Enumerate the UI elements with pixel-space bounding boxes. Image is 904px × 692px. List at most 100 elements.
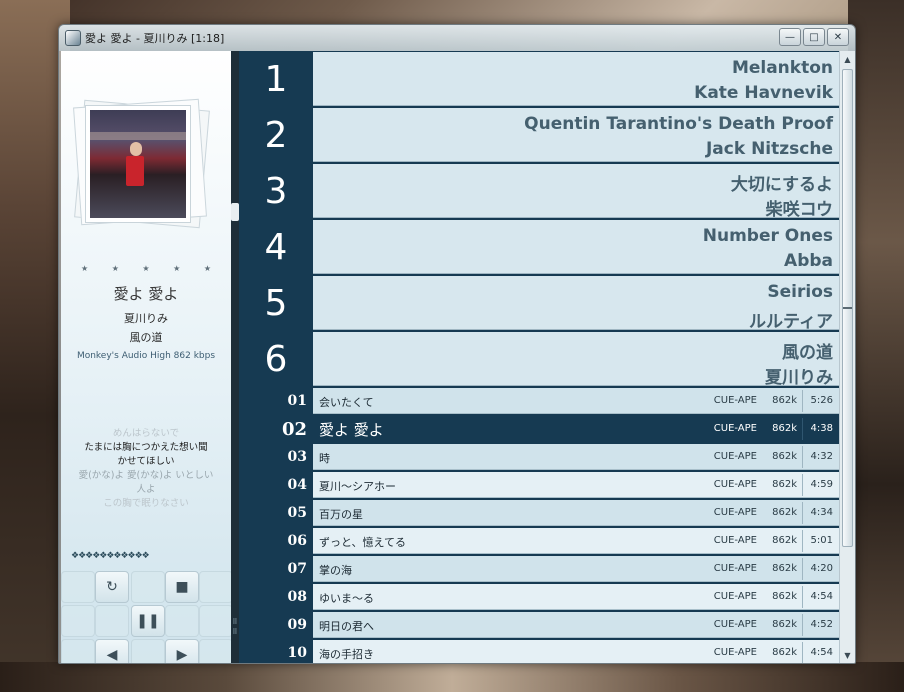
track-title: 明日の君へ — [319, 620, 374, 633]
playlist-item-body: 大切にするよ 柴咲コウ — [313, 164, 839, 220]
track-row[interactable]: 03 時 CUE-APE 862k 4:32 — [239, 443, 839, 471]
track-codec: CUE-APE — [713, 451, 757, 462]
column-divider — [802, 446, 803, 468]
control-pad-blank — [199, 605, 233, 637]
vertical-scrollbar[interactable]: ▲ ▼ — [839, 51, 855, 663]
track-duration: 4:52 — [810, 619, 833, 630]
playlist-title: Quentin Tarantino's Death Proof — [524, 114, 833, 134]
star-icon[interactable]: ★ — [81, 264, 88, 273]
now-playing-artist: 夏川りみ — [124, 312, 168, 325]
track-row[interactable]: 07 掌の海 CUE-APE 862k 4:20 — [239, 555, 839, 583]
track-bitrate: 862k — [772, 507, 797, 518]
track-bitrate: 862k — [772, 395, 797, 406]
track-duration: 5:01 — [810, 535, 833, 546]
lyric-line-current: たまには胸につかえた想い聞 — [84, 442, 208, 453]
repeat-button[interactable]: ↻ — [95, 571, 129, 603]
track-number: 08 — [287, 589, 307, 605]
playlist-item[interactable]: 4 Number Ones Abba — [239, 219, 839, 275]
playlist-artist: Kate Havnevik — [694, 83, 833, 103]
track-row[interactable]: 04 夏川～シアホー CUE-APE 862k 4:59 — [239, 471, 839, 499]
lyric-line: 愛(かな)よ 愛(かな)よ いとしい — [78, 470, 214, 481]
splitter-handle[interactable] — [231, 203, 239, 221]
track-row[interactable]: 01 会いたくて CUE-APE 862k 5:26 — [239, 387, 839, 415]
track-codec: CUE-APE — [713, 591, 757, 602]
track-codec: CUE-APE — [713, 507, 757, 518]
star-icon[interactable]: ★ — [173, 264, 180, 273]
scrollbar-marker — [843, 307, 852, 309]
playlist-item[interactable]: 5 Seirios ルルティア — [239, 275, 839, 332]
track-row-body: ゆいま～る CUE-APE 862k 4:54 — [313, 584, 839, 610]
scroll-down-icon[interactable]: ▼ — [840, 647, 855, 663]
title-bar[interactable]: 愛よ 愛よ - 夏川りみ [1:18] — □ ✕ — [59, 25, 855, 51]
track-codec: CUE-APE — [713, 619, 757, 630]
star-icon[interactable]: ★ — [112, 264, 119, 273]
track-row-playing[interactable]: 02 愛よ 愛よ CUE-APE 862k 4:38 — [239, 415, 839, 443]
track-title: ずっと、憶えてる — [319, 536, 407, 549]
panel-splitter[interactable]: ⠿ ⠿ — [231, 51, 239, 663]
rating-stars[interactable]: ★ ★ ★ ★ ★ — [81, 264, 211, 273]
track-row[interactable]: 10 海の手招き CUE-APE 862k 4:54 — [239, 639, 839, 663]
pause-button[interactable]: ❚❚ — [131, 605, 165, 637]
playlist-number: 5 — [264, 282, 288, 324]
next-button[interactable]: ▶ — [165, 639, 199, 663]
lyric-line: この胸で眠りなさい — [103, 498, 189, 509]
track-title: 海の手招き — [319, 648, 374, 661]
scroll-up-icon[interactable]: ▲ — [840, 51, 855, 67]
stop-icon: ■ — [175, 579, 189, 595]
star-icon[interactable]: ★ — [142, 264, 149, 273]
maximize-button[interactable]: □ — [803, 28, 825, 46]
album-cover-stack[interactable] — [73, 98, 215, 231]
playlist-item[interactable]: 1 Melankton Kate Havnevik — [239, 51, 839, 107]
album-cover — [85, 105, 191, 223]
track-title: 愛よ 愛よ — [319, 421, 384, 439]
playlist-title: Melankton — [731, 58, 833, 78]
track-bitrate: 862k — [772, 591, 797, 602]
playlist-artist: Jack Nitzsche — [705, 139, 833, 159]
desktop-wallpaper-bottom — [0, 662, 904, 692]
playlist-title: 風の道 — [782, 343, 833, 363]
playlist-item-body: 風の道 夏川りみ — [313, 332, 839, 388]
column-divider — [802, 614, 803, 636]
column-divider — [802, 586, 803, 608]
splitter-grip-icon[interactable]: ⠿ ⠿ — [231, 617, 239, 637]
track-number: 04 — [287, 477, 307, 493]
track-bitrate: 862k — [772, 451, 797, 462]
stop-button[interactable]: ■ — [165, 571, 199, 603]
control-pad-blank — [61, 571, 95, 603]
playlist-item[interactable]: 2 Quentin Tarantino's Death Proof Jack N… — [239, 107, 839, 163]
cover-photo-face — [130, 142, 142, 156]
playlist-title: 大切にするよ — [730, 175, 833, 195]
now-playing-panel: ★ ★ ★ ★ ★ 愛よ 愛よ 夏川りみ 風の道 Monkey's Audio … — [61, 51, 233, 663]
close-button[interactable]: ✕ — [827, 28, 849, 46]
track-row[interactable]: 08 ゆいま～る CUE-APE 862k 4:54 — [239, 583, 839, 611]
track-row-body: 百万の星 CUE-APE 862k 4:34 — [313, 500, 839, 526]
track-row[interactable]: 09 明日の君へ CUE-APE 862k 4:52 — [239, 611, 839, 639]
track-row[interactable]: 06 ずっと、憶えてる CUE-APE 862k 5:01 — [239, 527, 839, 555]
track-row-body: 明日の君へ CUE-APE 862k 4:52 — [313, 612, 839, 638]
transport-controls: ↻ ■ ❚❚ ◀ ▶ — [61, 571, 233, 663]
track-row[interactable]: 05 百万の星 CUE-APE 862k 4:34 — [239, 499, 839, 527]
next-icon: ▶ — [176, 647, 188, 663]
track-codec: CUE-APE — [713, 395, 757, 406]
playlist-number: 3 — [264, 170, 288, 212]
lyrics-panel: めんはらないで たまには胸につかえた想い聞 かせてほしい 愛(かな)よ 愛(かな… — [61, 427, 231, 511]
track-number: 02 — [281, 418, 307, 440]
cover-photo-scarf — [126, 156, 144, 186]
app-icon[interactable] — [65, 30, 81, 46]
track-bitrate: 862k — [772, 423, 797, 434]
minimize-button[interactable]: — — [779, 28, 801, 46]
playlist-artist: ルルティア — [749, 312, 833, 332]
album-cover-photo — [90, 110, 186, 218]
playlist-item[interactable]: 3 大切にするよ 柴咲コウ — [239, 163, 839, 220]
playlist-item-current[interactable]: 6 風の道 夏川りみ — [239, 331, 839, 388]
now-playing-title: 愛よ 愛よ — [113, 285, 179, 303]
playlist-number: 1 — [264, 58, 288, 100]
track-number: 01 — [287, 393, 307, 409]
track-duration: 4:54 — [810, 591, 833, 602]
star-icon[interactable]: ★ — [204, 264, 211, 273]
track-title: ゆいま～る — [319, 592, 374, 605]
track-duration: 4:54 — [810, 647, 833, 658]
previous-button[interactable]: ◀ — [95, 639, 129, 663]
track-title: 会いたくて — [319, 396, 374, 409]
track-number: 09 — [287, 617, 307, 633]
